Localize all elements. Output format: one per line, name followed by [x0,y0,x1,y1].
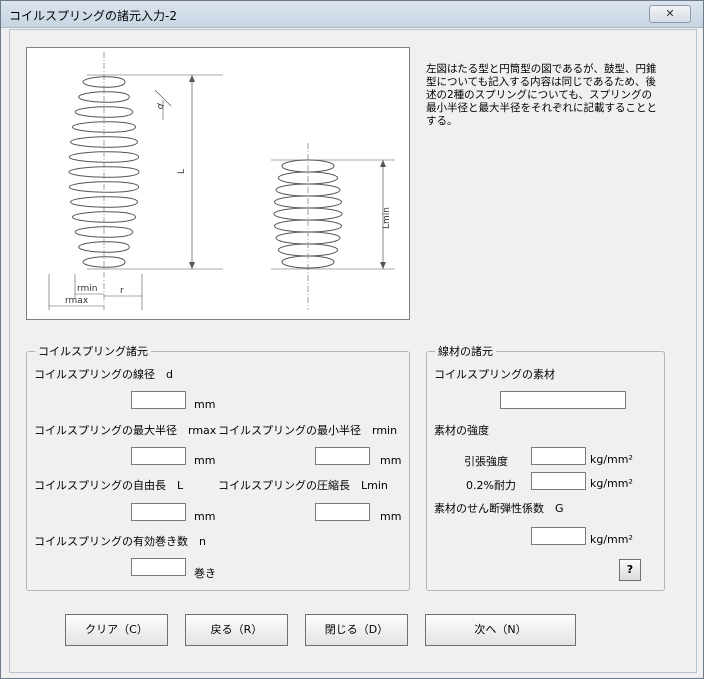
compressed-length-input[interactable] [315,503,370,521]
free-length-label: コイルスプリングの自由長 L [34,479,184,492]
back-button[interactable]: 戻る（R） [185,614,288,646]
dim-label-rmin: rmin [77,284,98,294]
window-close-button[interactable]: ✕ [649,5,691,23]
max-radius-unit: mm [194,454,216,467]
proof-stress-input[interactable] [531,472,586,490]
min-radius-label: コイルスプリングの最小半径 rmin [218,424,398,437]
wire-diameter-input[interactable] [131,391,186,409]
shear-modulus-input[interactable] [531,527,586,545]
material-label: コイルスプリングの素材 [434,368,555,381]
min-radius-input[interactable] [315,447,370,465]
spring-diagram: L d rmin rmax r Lmin [26,47,410,320]
max-radius-input[interactable] [131,447,186,465]
min-radius-unit: mm [380,454,402,467]
next-button[interactable]: 次へ（N） [425,614,576,646]
active-coils-unit: 巻き [194,567,216,580]
active-coils-input[interactable] [131,558,186,576]
shear-modulus-label: 素材のせん断弾性係数 G [434,502,564,515]
spring-diagram-svg: L d rmin rmax r Lmin [48,52,395,310]
proof-stress-unit: kg/mm² [590,477,633,490]
close-icon: ✕ [665,7,675,20]
strength-label: 素材の強度 [434,424,489,437]
dim-label-L: L [177,169,187,174]
compressed-length-label: コイルスプリングの圧縮長 Lmin [218,479,388,492]
free-length-input[interactable] [131,503,186,521]
dim-label-d: d [155,102,166,111]
title-bar: コイルスプリングの諸元入力-2 ✕ [1,1,703,28]
material-input[interactable] [500,391,626,409]
tensile-strength-label: 引張強度 [464,455,508,468]
clear-button[interactable]: クリア（C） [65,614,168,646]
tensile-strength-input[interactable] [531,447,586,465]
spring-spec-group-title: コイルスプリング諸元 [38,345,148,358]
proof-stress-label: 0.2%耐力 [466,479,516,492]
help-button[interactable]: ? [619,559,641,581]
free-length-unit: mm [194,510,216,523]
wire-diameter-label: コイルスプリングの線径 d [34,368,173,381]
dim-label-r: r [120,286,124,296]
dim-label-Lmin: Lmin [382,207,392,229]
material-spec-group-title: 線材の諸元 [438,345,493,358]
description-text: 左図はたる型と円筒型の図であるが、鼓型、円錐型についても記入する内容は同じである… [426,63,657,127]
active-coils-label: コイルスプリングの有効巻き数 n [34,535,206,548]
close-button[interactable]: 閉じる（D） [305,614,408,646]
tensile-strength-unit: kg/mm² [590,453,633,466]
dim-label-rmax: rmax [65,296,89,306]
max-radius-label: コイルスプリングの最大半径 rmax [34,424,217,437]
wire-diameter-unit: mm [194,398,216,411]
window-title: コイルスプリングの諸元入力-2 [9,9,177,23]
question-icon: ? [626,563,634,576]
compressed-length-unit: mm [380,510,402,523]
shear-modulus-unit: kg/mm² [590,533,633,546]
